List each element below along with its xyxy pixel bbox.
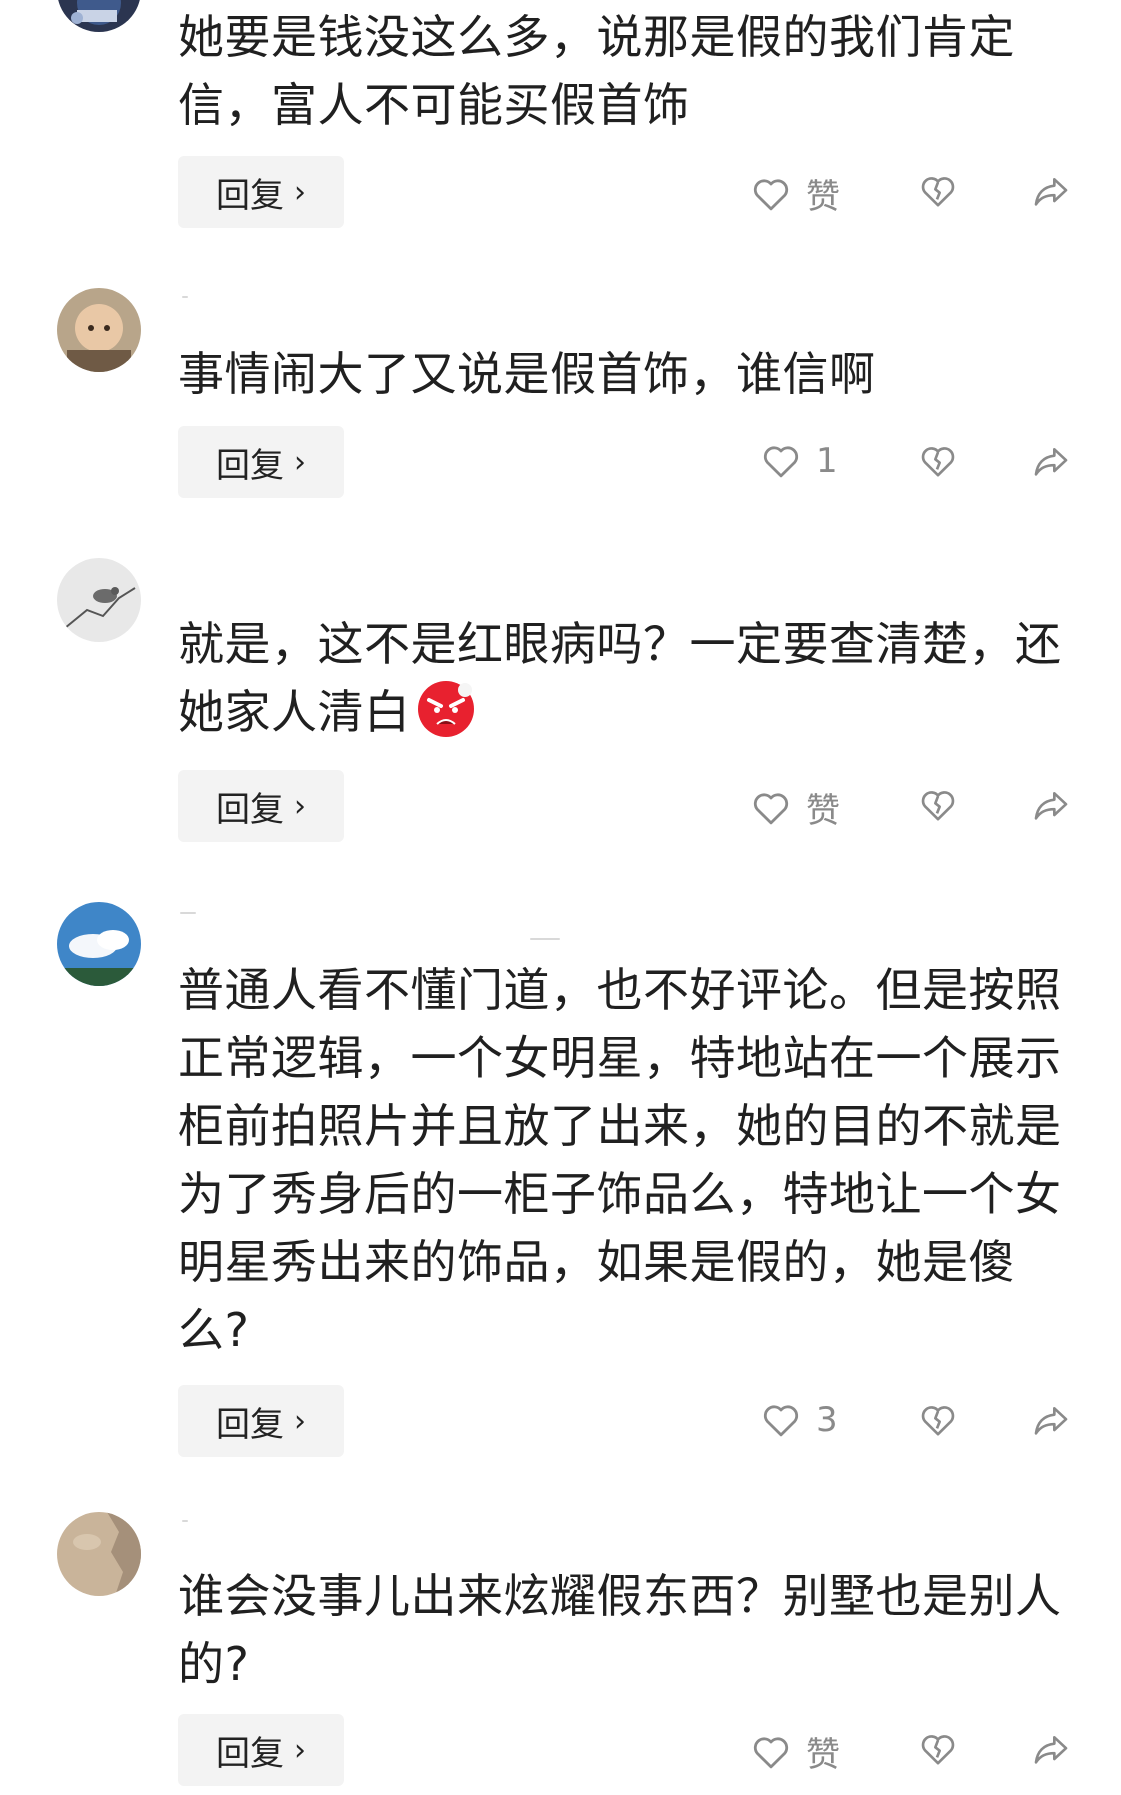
username-mark [180,912,196,914]
heart-icon [763,1405,799,1437]
share-arrow-icon [1034,448,1068,476]
broken-heart-icon [921,791,955,821]
like-button[interactable]: 3 [760,1399,838,1441]
heart-icon [753,1736,789,1768]
broken-heart-icon [921,177,955,207]
dislike-button[interactable] [918,1400,958,1440]
comment-text: 她要是钱没这么多，说那是假的我们肯定信，富人不可能买假首饰 [178,10,1015,132]
like-button[interactable]: 赞 [750,169,840,218]
broken-heart-icon [921,1735,955,1765]
like-count: 3 [816,1400,838,1440]
chevron-right-icon: › [294,174,306,210]
dislike-button[interactable] [918,441,958,481]
avatar[interactable] [57,558,141,642]
share-button[interactable] [1030,1400,1072,1440]
username-mark [182,296,188,298]
comment-text: 事情闹大了又说是假首饰，谁信啊 [178,347,876,401]
dislike-button[interactable] [918,785,958,825]
share-arrow-icon [1034,1407,1068,1435]
like-button[interactable]: 赞 [750,1727,840,1776]
share-button[interactable] [1030,441,1072,481]
share-arrow-icon [1034,1736,1068,1764]
username-mark [182,1520,188,1522]
reply-label: 回复 [216,175,284,216]
like-count: 1 [816,441,838,481]
chevron-right-icon: › [294,1732,306,1768]
comment-text: 谁会没事儿出来炫耀假东西？别墅也是别人的? [178,1569,1062,1691]
like-count: 赞 [806,177,840,217]
reply-button[interactable]: 回复 › [178,156,344,228]
heart-icon [753,178,789,210]
chevron-right-icon: › [294,444,306,480]
like-count: 赞 [806,791,840,831]
reply-label: 回复 [216,789,284,830]
reply-button[interactable]: 回复 › [178,1714,344,1786]
angry-face-emoji [415,678,477,740]
reply-button[interactable]: 回复 › [178,770,344,842]
avatar[interactable] [57,1512,141,1596]
dislike-button[interactable] [918,171,958,211]
reply-button[interactable]: 回复 › [178,1385,344,1457]
comment-text-content: 就是，这不是红眼病吗？一定要查清楚，还她家人清白 [178,617,1062,739]
chevron-right-icon: › [294,788,306,824]
avatar[interactable] [57,0,141,32]
share-button[interactable] [1030,785,1072,825]
comment-text: 就是，这不是红眼病吗？一定要查清楚，还她家人清白 [178,610,1083,746]
reply-label: 回复 [216,1404,284,1445]
reply-button[interactable]: 回复 › [178,426,344,498]
comment-text: 普通人看不懂门道，也不好评论。但是按照正常逻辑，一个女明星，特地站在一个展示柜前… [178,963,1062,1357]
avatar[interactable] [57,902,141,986]
reply-label: 回复 [216,445,284,486]
share-button[interactable] [1030,171,1072,211]
like-count: 赞 [806,1735,840,1775]
share-arrow-icon [1034,792,1068,820]
broken-heart-icon [921,447,955,477]
like-button[interactable]: 1 [760,440,838,482]
like-button[interactable]: 赞 [750,783,840,832]
username-mark [530,938,560,940]
broken-heart-icon [921,1406,955,1436]
heart-icon [753,792,789,824]
share-arrow-icon [1034,178,1068,206]
share-button[interactable] [1030,1729,1072,1769]
heart-icon [763,446,799,478]
chevron-right-icon: › [294,1403,306,1439]
avatar[interactable] [57,288,141,372]
reply-label: 回复 [216,1733,284,1774]
dislike-button[interactable] [918,1729,958,1769]
